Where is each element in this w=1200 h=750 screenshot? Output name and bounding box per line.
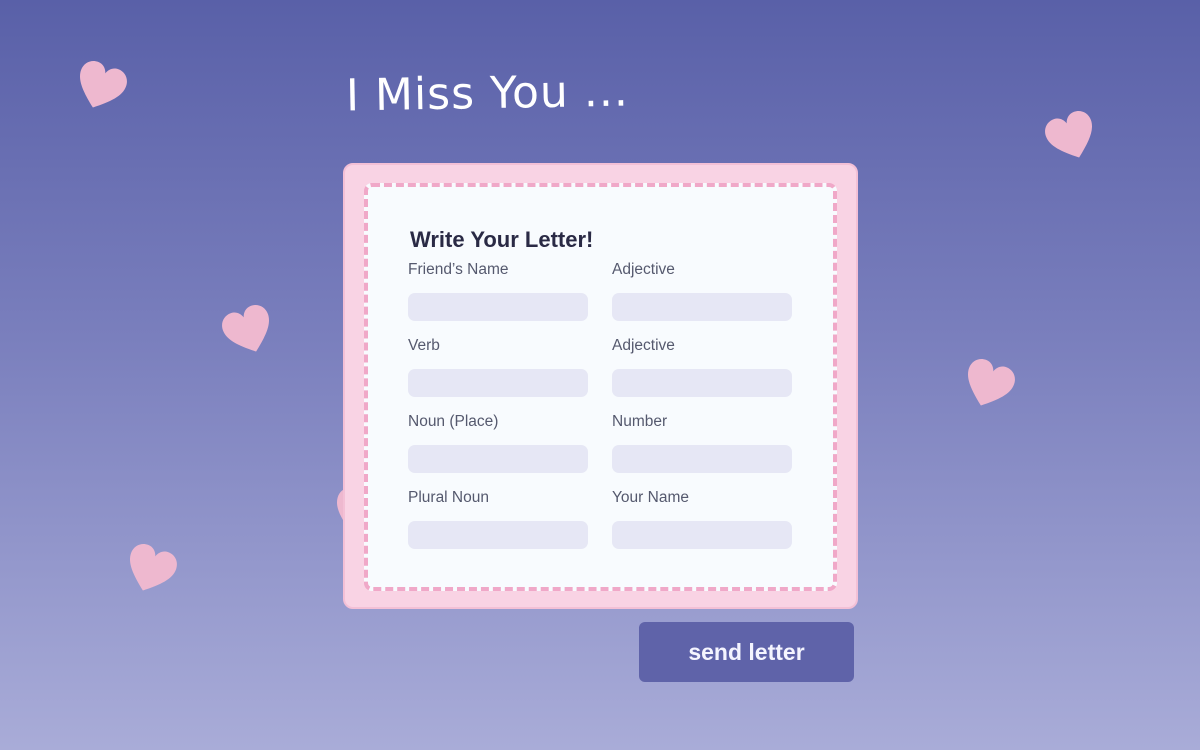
field-verb: Verb [408,337,588,397]
adjective-1-input[interactable] [612,293,792,321]
heart-icon [1039,105,1106,172]
field-friends-name: Friend’s Name [408,261,588,321]
send-letter-button[interactable]: send letter [639,622,854,682]
field-label: Number [612,413,668,430]
page-title: I Miss You ... [345,65,630,122]
letter-paper: Write Your Letter! Friend’s Name Adjecti… [364,183,837,591]
letter-frame: Write Your Letter! Friend’s Name Adjecti… [343,163,858,609]
friends-name-input[interactable] [408,293,588,321]
field-label: Plural Noun [408,489,489,506]
field-label: Friend’s Name [408,261,509,278]
verb-input[interactable] [408,369,588,397]
form-heading: Write Your Letter! [410,227,594,252]
noun-place-input[interactable] [408,445,588,473]
field-number: Number [612,413,792,473]
field-label: Adjective [612,261,675,278]
adjective-2-input[interactable] [612,369,792,397]
field-adjective-1: Adjective [612,261,792,321]
plural-noun-input[interactable] [408,521,588,549]
number-input[interactable] [612,445,792,473]
field-adjective-2: Adjective [612,337,792,397]
your-name-input[interactable] [612,521,792,549]
field-label: Your Name [612,489,689,506]
heart-icon [117,538,184,605]
field-your-name: Your Name [612,489,792,549]
heart-icon [67,55,134,122]
field-plural-noun: Plural Noun [408,489,588,549]
heart-icon [216,299,283,366]
heart-icon [955,353,1022,420]
field-label: Verb [408,337,440,354]
field-noun-place: Noun (Place) [408,413,588,473]
field-label: Adjective [612,337,675,354]
field-label: Noun (Place) [408,413,499,430]
